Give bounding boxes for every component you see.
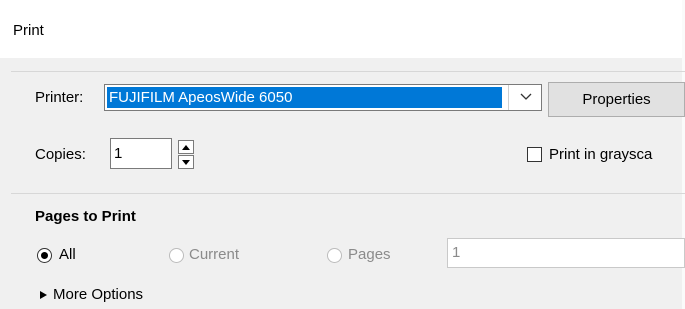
properties-button-label: Properties — [582, 91, 651, 108]
chevron-down-icon[interactable] — [516, 88, 536, 106]
arrow-down-icon — [182, 159, 190, 165]
grayscale-checkbox[interactable] — [527, 147, 542, 162]
pages-to-print-heading: Pages to Print — [35, 208, 136, 225]
dropdown-separator — [508, 85, 509, 110]
section-divider — [11, 193, 685, 194]
printer-dropdown[interactable]: FUJIFILM ApeosWide 6050 — [104, 84, 542, 111]
expand-triangle-icon[interactable] — [40, 291, 47, 299]
grayscale-label[interactable]: Print in graysca — [549, 146, 652, 163]
properties-button[interactable]: Properties — [548, 82, 685, 117]
radio-current[interactable] — [169, 248, 184, 263]
printer-label: Printer: — [35, 89, 84, 106]
radio-pages[interactable] — [327, 248, 342, 263]
radio-all[interactable] — [37, 248, 52, 263]
top-divider — [11, 71, 685, 72]
printer-selected-value: FUJIFILM ApeosWide 6050 — [107, 87, 502, 108]
radio-current-label[interactable]: Current — [189, 246, 239, 263]
more-options-toggle[interactable]: More Options — [53, 286, 143, 303]
pages-range-input[interactable]: 1 — [447, 238, 685, 268]
copies-label: Copies: — [35, 146, 86, 163]
copies-input[interactable]: 1 — [110, 138, 172, 169]
radio-all-label[interactable]: All — [59, 246, 76, 263]
radio-pages-label[interactable]: Pages — [348, 246, 391, 263]
copies-increment-button[interactable] — [178, 140, 194, 154]
copies-decrement-button[interactable] — [178, 155, 194, 169]
dialog-title: Print — [13, 22, 44, 39]
arrow-up-icon — [182, 144, 190, 150]
title-bar: Print — [0, 0, 685, 58]
